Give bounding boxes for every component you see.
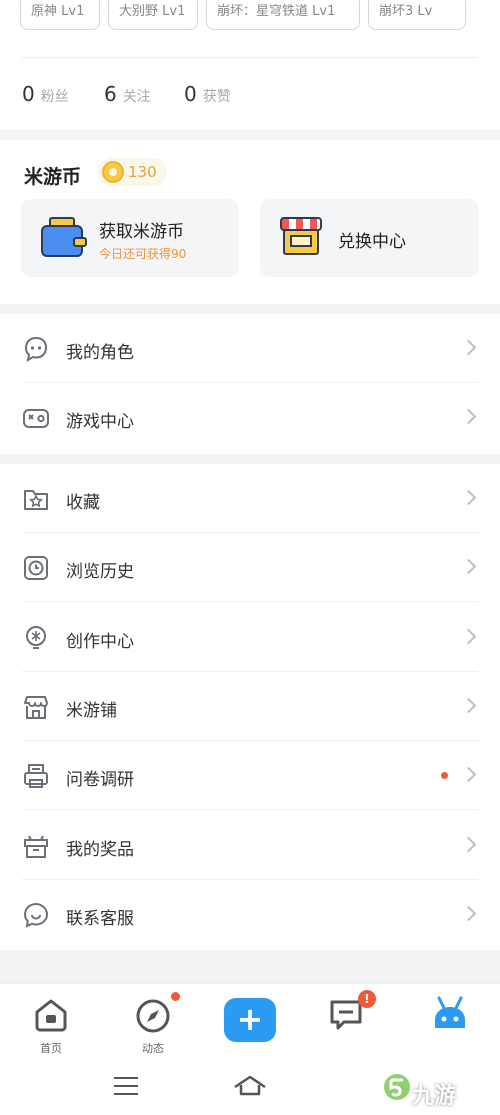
mascot-icon xyxy=(435,996,465,1028)
menu-item-favorites[interactable]: 收藏 xyxy=(0,464,500,533)
menu-item-store[interactable]: 米游铺 xyxy=(0,672,500,741)
chevron-right-icon xyxy=(460,558,477,575)
menu-item-label: 米游铺 xyxy=(66,701,117,721)
tab-profile[interactable] xyxy=(410,984,490,1058)
stat-fans-value: 0 xyxy=(22,82,35,106)
notification-dot xyxy=(441,772,448,779)
stat-fans-label: 粉丝 xyxy=(40,89,69,105)
tab-feed-label: 动态 xyxy=(142,1042,164,1055)
stat-following-value: 6 xyxy=(104,82,117,106)
divider xyxy=(22,809,478,810)
menu-group-2: 收藏 浏览历史 创作中心 米游铺 问卷调研 我的奖品 联系客服 xyxy=(0,464,500,950)
chevron-right-icon xyxy=(460,836,477,853)
chat-smile-icon xyxy=(23,902,49,928)
home-gesture-icon[interactable] xyxy=(232,1073,268,1097)
menu-item-label: 我的角色 xyxy=(66,343,134,363)
bulb-icon xyxy=(26,626,46,649)
earn-coin-title: 获取米游币 xyxy=(99,222,184,242)
bottom-nav: 首页 动态 + ! xyxy=(0,983,500,1057)
star-folder-icon xyxy=(24,490,48,510)
coin-balance-badge: 130 xyxy=(98,158,167,186)
menu-item-label: 联系客服 xyxy=(66,909,134,929)
clock-icon xyxy=(24,556,48,580)
shop-icon xyxy=(280,215,324,259)
tab-home-label: 首页 xyxy=(40,1042,62,1055)
menu-item-label: 问卷调研 xyxy=(66,770,134,790)
tag-dabieye[interactable]: 大别野 Lv1 xyxy=(108,0,198,30)
tag-honkai3-text: 崩坏3 Lv xyxy=(379,4,433,19)
notification-dot xyxy=(171,992,180,1001)
tag-honkai3[interactable]: 崩坏3 Lv xyxy=(368,0,466,30)
chevron-right-icon xyxy=(460,628,477,645)
chevron-right-icon xyxy=(460,489,477,506)
coin-section: 米游币 130 获取米游币 今日还可获得90 兑换中心 xyxy=(0,140,500,304)
tag-genshin[interactable]: 原神 Lv1 xyxy=(20,0,100,30)
menu-item-label: 浏览历史 xyxy=(66,562,134,582)
earn-coin-button[interactable]: 获取米游币 今日还可获得90 xyxy=(21,199,239,277)
chevron-right-icon xyxy=(460,697,477,714)
divider xyxy=(22,601,478,602)
home-icon xyxy=(35,999,67,1032)
stat-likes-value: 0 xyxy=(184,82,197,106)
watermark-text: 九游 xyxy=(412,1084,457,1109)
menu-item-game-center[interactable]: 游戏中心 xyxy=(0,383,500,452)
gift-icon xyxy=(24,835,48,858)
chevron-right-icon xyxy=(460,339,477,356)
coin-title: 米游币 xyxy=(24,166,82,188)
tag-star-rail[interactable]: 崩坏：星穹铁道 Lv1 xyxy=(206,0,360,30)
gamepad-icon xyxy=(23,409,49,428)
exchange-center-title: 兑换中心 xyxy=(338,232,406,252)
coin-icon xyxy=(102,161,124,183)
add-post-button[interactable]: + xyxy=(224,998,276,1042)
profile-stats: 0 粉丝 6 关注 0 获赞 xyxy=(0,58,500,130)
tab-messages[interactable]: ! xyxy=(306,984,386,1058)
earn-coin-subtitle: 今日还可获得90 xyxy=(99,247,187,261)
menu-item-customer-service[interactable]: 联系客服 xyxy=(0,880,500,949)
stat-following[interactable]: 6 关注 xyxy=(104,82,151,106)
menu-item-label: 我的奖品 xyxy=(66,840,134,860)
store-icon xyxy=(24,696,48,719)
watermark: 九游 xyxy=(360,1058,500,1115)
message-badge: ! xyxy=(358,990,376,1008)
character-icon xyxy=(24,336,48,363)
chevron-right-icon xyxy=(460,766,477,783)
coin-amount: 130 xyxy=(128,163,157,181)
menu-group-1: 我的角色 游戏中心 xyxy=(0,314,500,454)
stat-likes[interactable]: 0 获赞 xyxy=(184,82,231,106)
tab-home[interactable]: 首页 xyxy=(11,984,91,1058)
exchange-center-button[interactable]: 兑换中心 xyxy=(260,199,479,277)
game-level-tags: 原神 Lv1 大别野 Lv1 崩坏：星穹铁道 Lv1 崩坏3 Lv xyxy=(0,0,500,58)
stat-likes-label: 获赞 xyxy=(202,89,231,105)
tab-feed[interactable]: 动态 xyxy=(113,984,193,1058)
compass-icon xyxy=(136,999,170,1033)
menu-item-label: 游戏中心 xyxy=(66,412,134,432)
watermark-logo-icon xyxy=(384,1074,410,1100)
menu-item-creator-center[interactable]: 创作中心 xyxy=(0,603,500,672)
add-icon: + xyxy=(236,1000,264,1038)
chevron-right-icon xyxy=(460,905,477,922)
wallet-icon xyxy=(41,217,87,257)
menu-item-my-prizes[interactable]: 我的奖品 xyxy=(0,811,500,880)
menu-item-history[interactable]: 浏览历史 xyxy=(0,533,500,602)
printer-icon xyxy=(24,764,48,788)
chevron-right-icon xyxy=(460,408,477,425)
menu-item-survey[interactable]: 问卷调研 xyxy=(0,741,500,810)
menu-item-my-characters[interactable]: 我的角色 xyxy=(0,314,500,383)
menu-item-label: 创作中心 xyxy=(66,632,134,652)
menu-item-label: 收藏 xyxy=(66,493,100,513)
stat-fans[interactable]: 0 粉丝 xyxy=(22,82,69,106)
menu-icon[interactable] xyxy=(114,1077,138,1095)
stat-following-label: 关注 xyxy=(122,89,151,105)
